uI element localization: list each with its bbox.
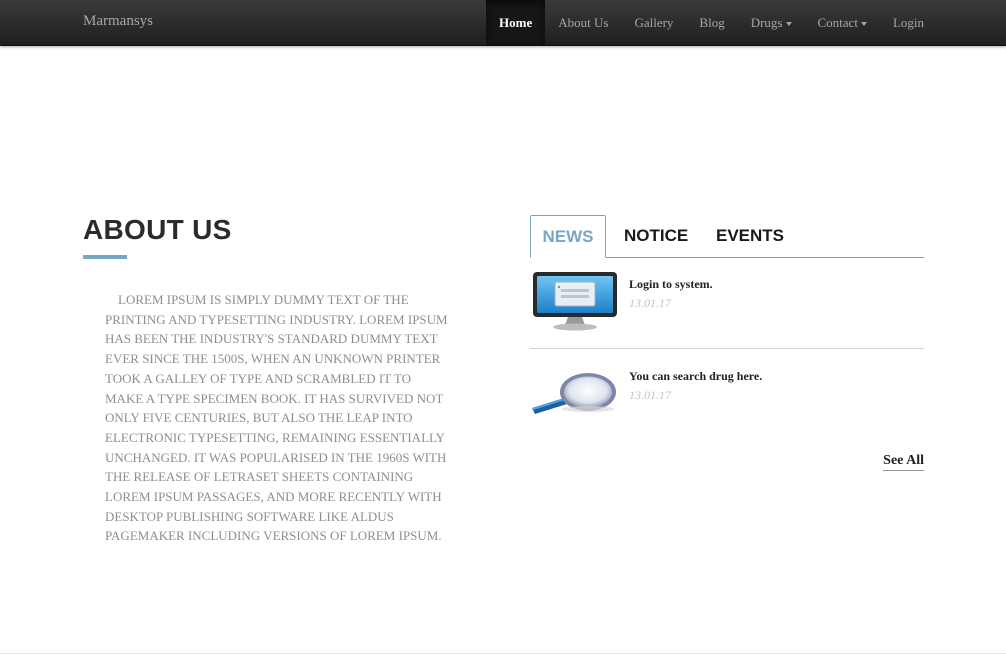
- about-body-text: Lorem Ipsum is simply dummy text of the …: [105, 292, 448, 544]
- tab-events[interactable]: EVENTS: [716, 215, 784, 257]
- tab-notice-label: NOTICE: [624, 226, 689, 245]
- brand-logo[interactable]: Marmansys: [83, 13, 153, 30]
- nav-gallery[interactable]: Gallery: [621, 0, 686, 45]
- tab-news[interactable]: NEWS: [530, 215, 606, 258]
- nav-blog[interactable]: Blog: [686, 0, 737, 45]
- nav-login-label: Login: [892, 14, 924, 30]
- news-title[interactable]: You can search drug here.: [629, 369, 762, 384]
- nav-gallery-label: Gallery: [634, 14, 674, 30]
- nav-contact-label: Contact: [817, 14, 858, 30]
- tab-news-label: NEWS: [542, 226, 594, 246]
- nav-about-us-label: About Us: [558, 14, 609, 30]
- news-title[interactable]: Login to system.: [629, 277, 713, 292]
- tab-events-label: EVENTS: [716, 226, 785, 245]
- news-item: You can search drug here. 13.01.17: [530, 362, 924, 422]
- nav-drugs-label: Drugs: [750, 14, 783, 30]
- caret-down-icon: [785, 21, 792, 26]
- magnifier-icon[interactable]: [530, 362, 620, 424]
- nav-about-us[interactable]: About Us: [545, 0, 621, 45]
- nav-drugs-dropdown[interactable]: Drugs: [738, 0, 805, 45]
- main-nav: Home About Us Gallery Blog Drugs Contact…: [486, 0, 937, 45]
- about-heading-underline: [83, 255, 127, 259]
- see-all-link[interactable]: See All: [883, 453, 924, 471]
- nav-login[interactable]: Login: [880, 0, 937, 45]
- about-heading: ABOUT US: [83, 214, 232, 245]
- caret-down-icon: [860, 21, 867, 26]
- news-item: Login to system. 13.01.17: [530, 270, 924, 349]
- footer-divider: [0, 653, 1006, 654]
- nav-blog-label: Blog: [699, 14, 725, 30]
- news-date: 13.01.17: [629, 296, 671, 310]
- monitor-login-icon[interactable]: [530, 270, 620, 332]
- nav-home-label: Home: [499, 14, 533, 30]
- news-tabs: NEWS NOTICE EVENTS: [530, 215, 924, 258]
- nav-home[interactable]: Home: [486, 0, 546, 45]
- nav-contact-dropdown[interactable]: Contact: [805, 0, 880, 45]
- tab-notice[interactable]: NOTICE: [624, 215, 688, 257]
- top-navbar: Marmansys Home About Us Gallery Blog Dru…: [0, 0, 1006, 46]
- news-date: 13.01.17: [629, 388, 671, 402]
